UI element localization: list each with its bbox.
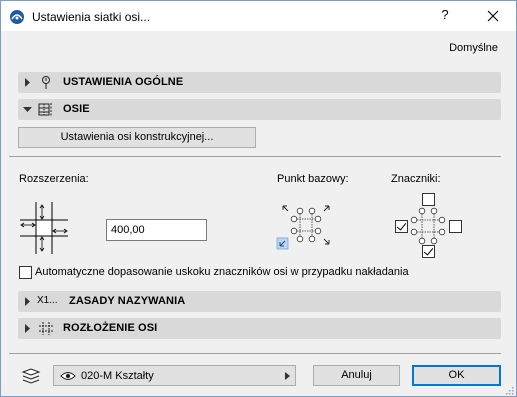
caret-right-icon <box>25 297 30 306</box>
axis-pattern-icon <box>38 103 52 116</box>
eye-icon <box>60 372 76 380</box>
divider <box>9 156 501 157</box>
extensions-diagram-icon <box>20 202 68 254</box>
caret-right-icon <box>25 78 30 87</box>
auto-adjust-label: Automatyczne dopasowanie uskoku znacznik… <box>35 266 409 278</box>
markers-label: Znaczniki: <box>391 173 441 185</box>
archicad-app-icon <box>10 10 24 24</box>
title-bar[interactable]: Ustawienia siatki osi... ? <box>1 1 516 31</box>
section-naming[interactable]: X1... ZASADY NAZYWANIA <box>18 291 501 312</box>
extensions-label: Rozszerzenia: <box>19 173 89 185</box>
x1-naming-icon: X1... <box>37 295 58 306</box>
section-layout[interactable]: ROZŁOŻENIE OSI <box>18 318 501 339</box>
caret-right-icon <box>25 324 30 333</box>
layer-dropdown[interactable]: 020-M Kształty <box>53 365 296 386</box>
base-point-selector[interactable] <box>275 198 337 252</box>
section-axes[interactable]: OSIE <box>18 99 501 120</box>
ok-button[interactable]: OK <box>412 365 501 386</box>
grid-settings-dialog: Ustawienia siatki osi... ? Domyślne USTA… <box>0 0 517 397</box>
caret-down-icon <box>23 107 32 112</box>
chevron-right-icon <box>285 372 290 380</box>
section-naming-label: ZASADY NAZYWANIA <box>69 295 186 307</box>
defaults-button[interactable]: Domyślne <box>449 42 498 54</box>
section-general-label: USTAWIENIA OGÓLNE <box>63 76 184 88</box>
cancel-button[interactable]: Anuluj <box>313 365 400 386</box>
markers-grid-icon <box>410 207 446 245</box>
layer-name: 020-M Kształty <box>81 370 154 382</box>
marker-bottom-checkbox[interactable] <box>422 245 435 258</box>
section-general[interactable]: USTAWIENIA OGÓLNE <box>18 72 501 93</box>
structural-axis-settings-button[interactable]: Ustawienia osi konstrukcyjnej... <box>18 127 256 148</box>
grid-layout-icon <box>39 322 53 335</box>
resize-grip-icon[interactable] <box>504 385 514 395</box>
section-axes-label: OSIE <box>63 103 90 115</box>
auto-adjust-checkbox[interactable] <box>19 266 32 279</box>
section-layout-label: ROZŁOŻENIE OSI <box>63 322 158 334</box>
help-button[interactable]: ? <box>437 7 453 25</box>
pin-icon <box>42 76 50 89</box>
window-title: Ustawienia siatki osi... <box>32 10 151 24</box>
extension-length-input[interactable] <box>106 219 207 241</box>
base-point-label: Punkt bazowy: <box>277 173 349 185</box>
marker-left-checkbox[interactable] <box>395 220 408 233</box>
layers-icon <box>21 368 41 384</box>
marker-right-checkbox[interactable] <box>449 220 462 233</box>
marker-top-checkbox[interactable] <box>422 193 435 206</box>
divider <box>9 353 501 354</box>
close-icon[interactable] <box>484 7 502 25</box>
